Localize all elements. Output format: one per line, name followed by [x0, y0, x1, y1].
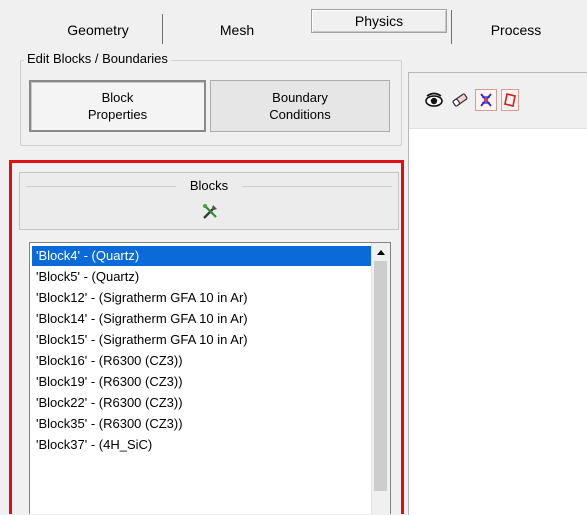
list-item[interactable]: 'Block16' - (R6300 (CZ3)) — [32, 351, 371, 371]
tab-separator — [451, 10, 452, 44]
tab-process[interactable]: Process — [478, 16, 554, 44]
boundary-conditions-label-line1: Boundary — [272, 90, 328, 105]
eraser-icon[interactable] — [449, 89, 471, 111]
tab-geometry[interactable]: Geometry — [58, 16, 138, 44]
list-item[interactable]: 'Block22' - (R6300 (CZ3)) — [32, 393, 371, 413]
boundary-conditions-button[interactable]: Boundary Conditions — [210, 80, 390, 132]
viewport-toolbar — [409, 73, 587, 129]
list-item[interactable]: 'Block35' - (R6300 (CZ3)) — [32, 414, 371, 434]
blocks-panel: Blocks — [19, 172, 399, 230]
list-item[interactable]: 'Block14' - (Sigratherm GFA 10 in Ar) — [32, 309, 371, 329]
list-item[interactable]: 'Block37' - (4H_SiC) — [32, 435, 371, 455]
tab-separator — [162, 14, 163, 44]
list-item[interactable]: 'Block19' - (R6300 (CZ3)) — [32, 372, 371, 392]
tab-bar: Geometry Mesh Physics Process — [0, 0, 587, 44]
viewport-panel[interactable] — [408, 72, 587, 515]
list-item[interactable]: 'Block12' - (Sigratherm GFA 10 in Ar) — [32, 288, 371, 308]
list-item[interactable]: 'Block5' - (Quartz) — [32, 267, 371, 287]
list-item[interactable]: 'Block15' - (Sigratherm GFA 10 in Ar) — [32, 330, 371, 350]
list-item-selected[interactable]: 'Block4' - (Quartz) — [32, 246, 371, 266]
tab-mesh[interactable]: Mesh — [205, 16, 269, 44]
block-properties-label-line2: Properties — [87, 107, 148, 122]
block-properties-label-line1: Block — [101, 90, 134, 105]
list-scrollbar[interactable] — [371, 243, 390, 514]
boundary-conditions-label-line2: Conditions — [269, 107, 331, 122]
scroll-up-arrow-icon[interactable] — [373, 244, 389, 260]
blocks-list[interactable]: 'Block4' - (Quartz) 'Block5' - (Quartz) … — [29, 242, 391, 514]
scrollbar-thumb[interactable] — [374, 261, 387, 491]
edit-blocks-group-title: Edit Blocks / Boundaries — [24, 51, 171, 66]
blocks-panel-title: Blocks — [189, 178, 229, 193]
mesh-cross-icon[interactable] — [475, 89, 497, 111]
tools-icon[interactable] — [200, 202, 220, 222]
eye-icon[interactable] — [423, 89, 445, 111]
polygon-icon[interactable] — [501, 89, 519, 111]
block-properties-button[interactable]: Block Properties — [29, 80, 206, 132]
tab-physics[interactable]: Physics — [311, 9, 447, 33]
